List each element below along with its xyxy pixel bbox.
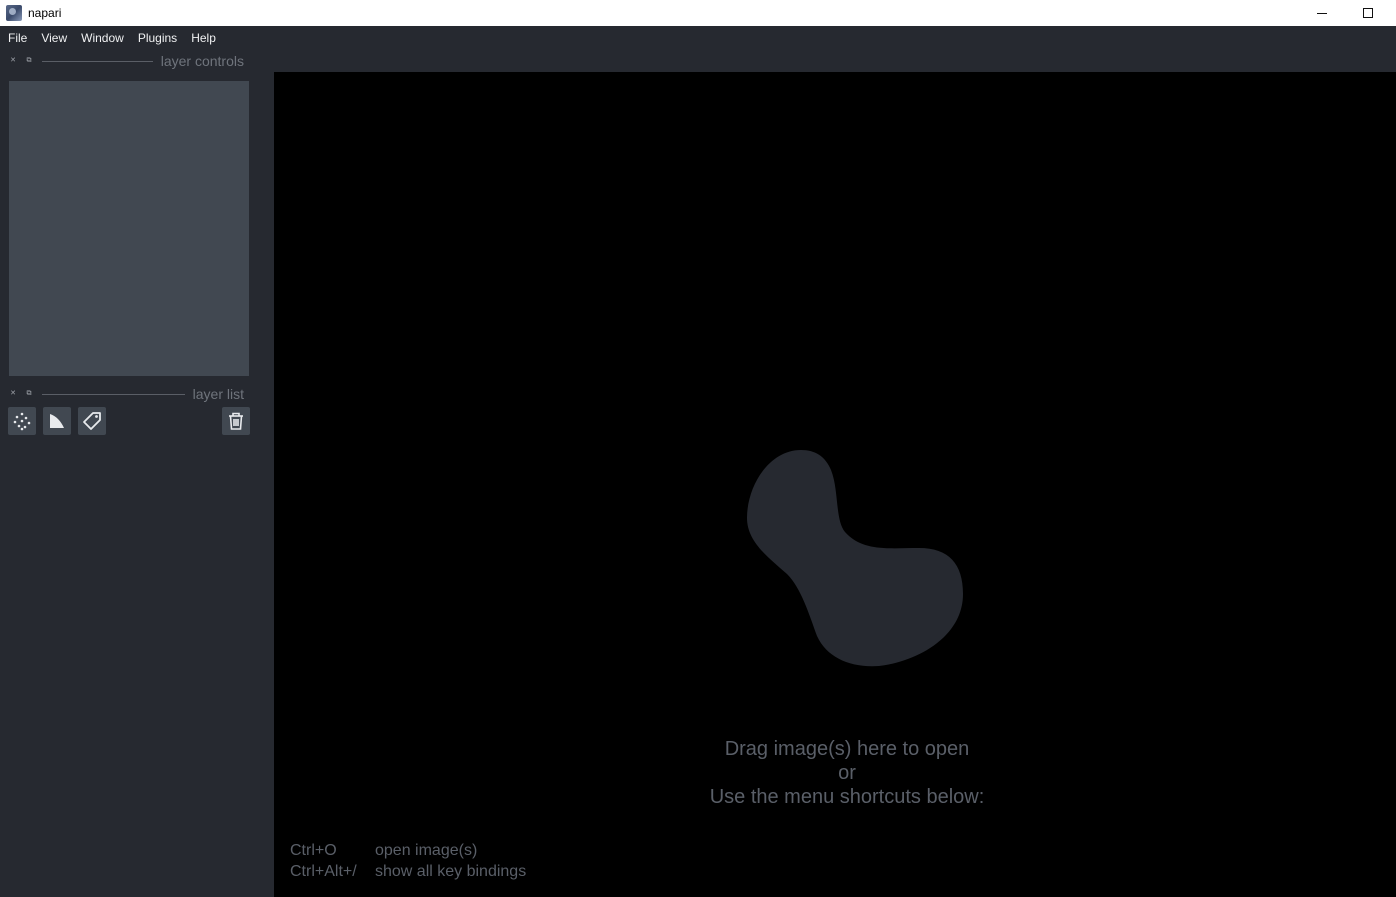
- new-labels-layer-button[interactable]: [78, 407, 106, 435]
- canvas-top-strip: [274, 50, 1396, 72]
- points-icon: [13, 412, 31, 431]
- menu-file[interactable]: File: [1, 26, 34, 50]
- menu-view[interactable]: View: [34, 26, 74, 50]
- layer-list-title: layer list: [192, 386, 244, 402]
- welcome-line-3: Use the menu shortcuts below:: [709, 786, 985, 808]
- shortcut-key: Ctrl+O: [290, 842, 337, 859]
- dock-close-icon[interactable]: ✕: [8, 56, 18, 66]
- napari-logo-icon: [6, 5, 22, 21]
- new-shapes-layer-button[interactable]: [43, 407, 71, 435]
- layer-controls-area: [9, 81, 249, 376]
- minimize-button[interactable]: [1299, 0, 1345, 26]
- layer-controls-header: ✕ ⧉ layer controls: [8, 51, 244, 71]
- welcome-line-2: or: [838, 762, 856, 784]
- menu-plugins[interactable]: Plugins: [131, 26, 184, 50]
- dock-float-icon[interactable]: ⧉: [24, 56, 34, 66]
- delete-layer-button[interactable]: [222, 407, 250, 435]
- dock-divider: [42, 393, 185, 395]
- layer-buttons: [8, 407, 251, 435]
- shortcut-action: show all key bindings: [375, 863, 527, 880]
- menu-help[interactable]: Help: [184, 26, 223, 50]
- viewer-canvas[interactable]: Drag image(s) here to open or Use the me…: [274, 72, 1396, 897]
- dock-float-icon[interactable]: ⧉: [24, 389, 34, 399]
- layer-list-header: ✕ ⧉ layer list: [8, 384, 244, 404]
- left-dock-panel: ✕ ⧉ layer controls ✕ ⧉ layer list: [0, 50, 274, 897]
- dock-divider: [42, 60, 153, 62]
- shortcut-row: Ctrl+Alt+/ show all key bindings: [290, 863, 526, 881]
- napari-watermark-icon: [747, 450, 963, 667]
- dock-close-icon[interactable]: ✕: [8, 389, 18, 399]
- shapes-icon: [50, 414, 64, 428]
- maximize-button[interactable]: [1345, 0, 1391, 26]
- menu-window[interactable]: Window: [74, 26, 131, 50]
- window-title: napari: [28, 6, 62, 20]
- shortcut-key: Ctrl+Alt+/: [290, 863, 357, 880]
- welcome-line-1: Drag image(s) here to open: [724, 738, 970, 760]
- trash-icon: [229, 412, 243, 430]
- shortcut-row: Ctrl+O open image(s): [290, 842, 477, 860]
- new-points-layer-button[interactable]: [8, 407, 36, 435]
- labels-icon: [83, 412, 101, 430]
- title-bar: napari: [0, 0, 1396, 26]
- menu-bar: File View Window Plugins Help: [0, 26, 1396, 50]
- layer-controls-title: layer controls: [160, 53, 244, 69]
- minimize-icon: [1317, 12, 1327, 14]
- shortcut-action: open image(s): [375, 842, 478, 859]
- maximize-icon: [1363, 8, 1373, 18]
